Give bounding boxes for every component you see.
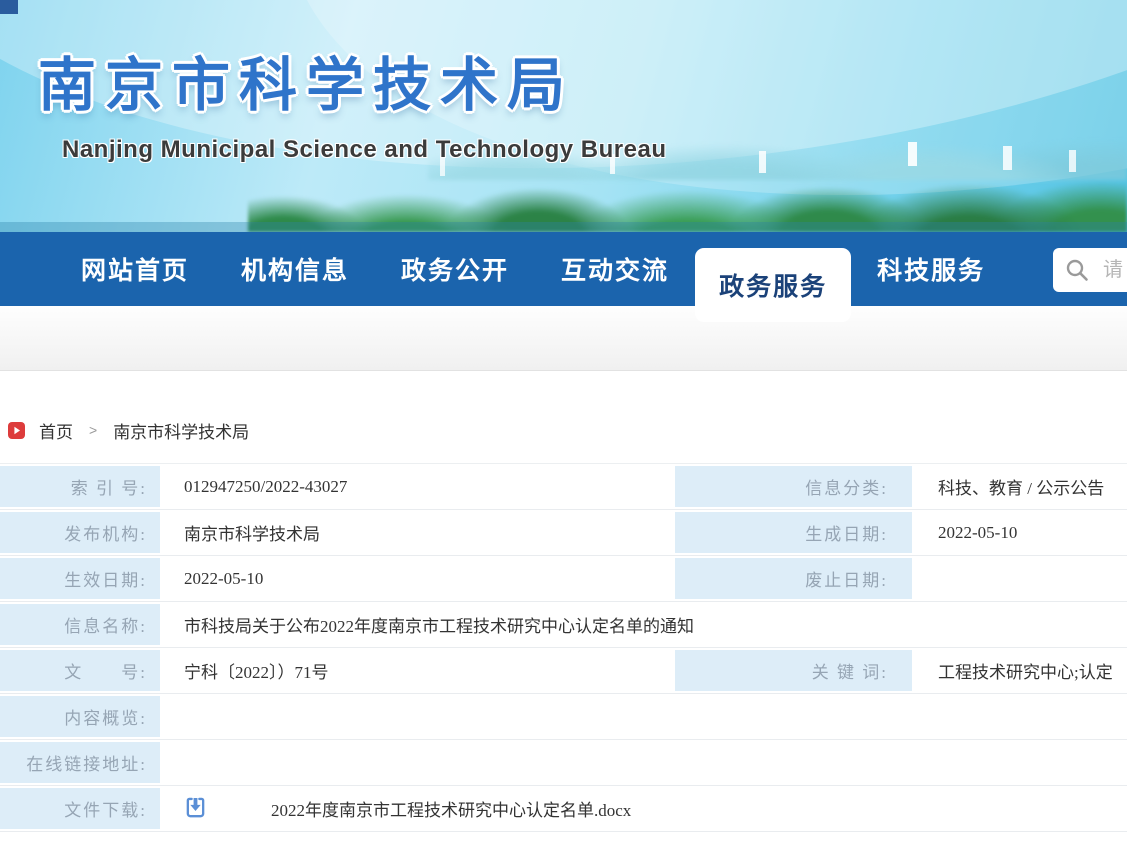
nav-item-gov-open[interactable]: 政务公开 <box>375 232 535 306</box>
banner-water <box>0 222 1127 232</box>
field-label-index-no: 索 引 号: <box>0 466 160 507</box>
field-value-expiry-date <box>914 556 1127 601</box>
field-label-info-name: 信息名称: <box>0 604 160 645</box>
table-row: 索 引 号: 012947250/2022-43027 信息分类: 科技、教育 … <box>0 464 1127 510</box>
field-label-doc-no: 文 号: <box>0 650 160 691</box>
field-value-create-date: 2022-05-10 <box>914 510 1127 555</box>
search-box[interactable] <box>1053 248 1127 292</box>
nav-item-gov-service-active[interactable]: 政务服务 <box>695 248 851 322</box>
table-row: 信息名称: 市科技局关于公布2022年度南京市工程技术研究中心认定名单的通知 <box>0 602 1127 648</box>
field-value-effective-date: 2022-05-10 <box>160 556 672 601</box>
field-label-file-download: 文件下载: <box>0 788 160 829</box>
field-value-publisher: 南京市科学技术局 <box>160 510 672 555</box>
page: 南京市科学技术局 Nanjing Municipal Science and T… <box>0 0 1127 845</box>
nav-subbar <box>0 306 1127 371</box>
site-title-en: Nanjing Municipal Science and Technology… <box>62 136 666 164</box>
nav-items: 网站首页 机构信息 政务公开 互动交流 政务服务 科技服务 <box>0 232 1127 306</box>
download-icon[interactable] <box>184 797 207 820</box>
document-info-table: 索 引 号: 012947250/2022-43027 信息分类: 科技、教育 … <box>0 463 1127 832</box>
field-value-index-no: 012947250/2022-43027 <box>160 464 672 509</box>
field-value-info-name: 市科技局关于公布2022年度南京市工程技术研究中心认定名单的通知 <box>160 602 1127 647</box>
field-value-content-overview <box>160 694 1127 739</box>
field-value-keywords: 工程技术研究中心;认定 <box>914 648 1127 693</box>
field-label-category: 信息分类: <box>675 466 912 507</box>
nav-item-tech-service[interactable]: 科技服务 <box>851 232 1011 306</box>
table-row: 文 号: 宁科〔2022〕）71号 关 键 词: 工程技术研究中心;认定 <box>0 648 1127 694</box>
nav-item-interaction[interactable]: 互动交流 <box>535 232 695 306</box>
field-value-online-link <box>160 740 1127 785</box>
nav-item-org-info[interactable]: 机构信息 <box>215 232 375 306</box>
breadcrumb-current: 南京市科学技术局 <box>113 418 249 443</box>
field-value-doc-no: 宁科〔2022〕）71号 <box>160 648 672 693</box>
search-input[interactable] <box>1103 259 1127 282</box>
table-row: 文件下载: 2022年度南京市工程技术研究中心认定名单.docx <box>0 786 1127 832</box>
breadcrumb: 首页 > 南京市科学技术局 <box>8 417 1127 443</box>
table-row: 内容概览: <box>0 694 1127 740</box>
table-row: 在线链接地址: <box>0 740 1127 786</box>
breadcrumb-separator: > <box>89 422 97 438</box>
breadcrumb-home-link[interactable]: 首页 <box>39 418 73 443</box>
table-row: 发布机构: 南京市科学技术局 生成日期: 2022-05-10 <box>0 510 1127 556</box>
field-label-create-date: 生成日期: <box>675 512 912 553</box>
download-file-link[interactable]: 2022年度南京市工程技术研究中心认定名单.docx <box>271 796 631 821</box>
field-label-expiry-date: 废止日期: <box>675 558 912 599</box>
search-icon <box>1065 258 1089 282</box>
table-row: 生效日期: 2022-05-10 废止日期: <box>0 556 1127 602</box>
field-label-online-link: 在线链接地址: <box>0 742 160 783</box>
breadcrumb-marker-icon <box>8 422 25 439</box>
field-label-effective-date: 生效日期: <box>0 558 160 599</box>
nav-item-home[interactable]: 网站首页 <box>55 232 215 306</box>
field-value-file-download: 2022年度南京市工程技术研究中心认定名单.docx <box>160 786 1127 831</box>
field-label-publisher: 发布机构: <box>0 512 160 553</box>
main-nav: 网站首页 机构信息 政务公开 互动交流 政务服务 科技服务 <box>0 232 1127 306</box>
field-label-keywords: 关 键 词: <box>675 650 912 691</box>
site-banner: 南京市科学技术局 Nanjing Municipal Science and T… <box>0 0 1127 232</box>
site-title-cn: 南京市科学技术局 <box>38 38 574 122</box>
field-value-category: 科技、教育 / 公示公告 <box>914 464 1127 509</box>
field-label-content-overview: 内容概览: <box>0 696 160 737</box>
banner-corner-accent <box>0 0 18 14</box>
